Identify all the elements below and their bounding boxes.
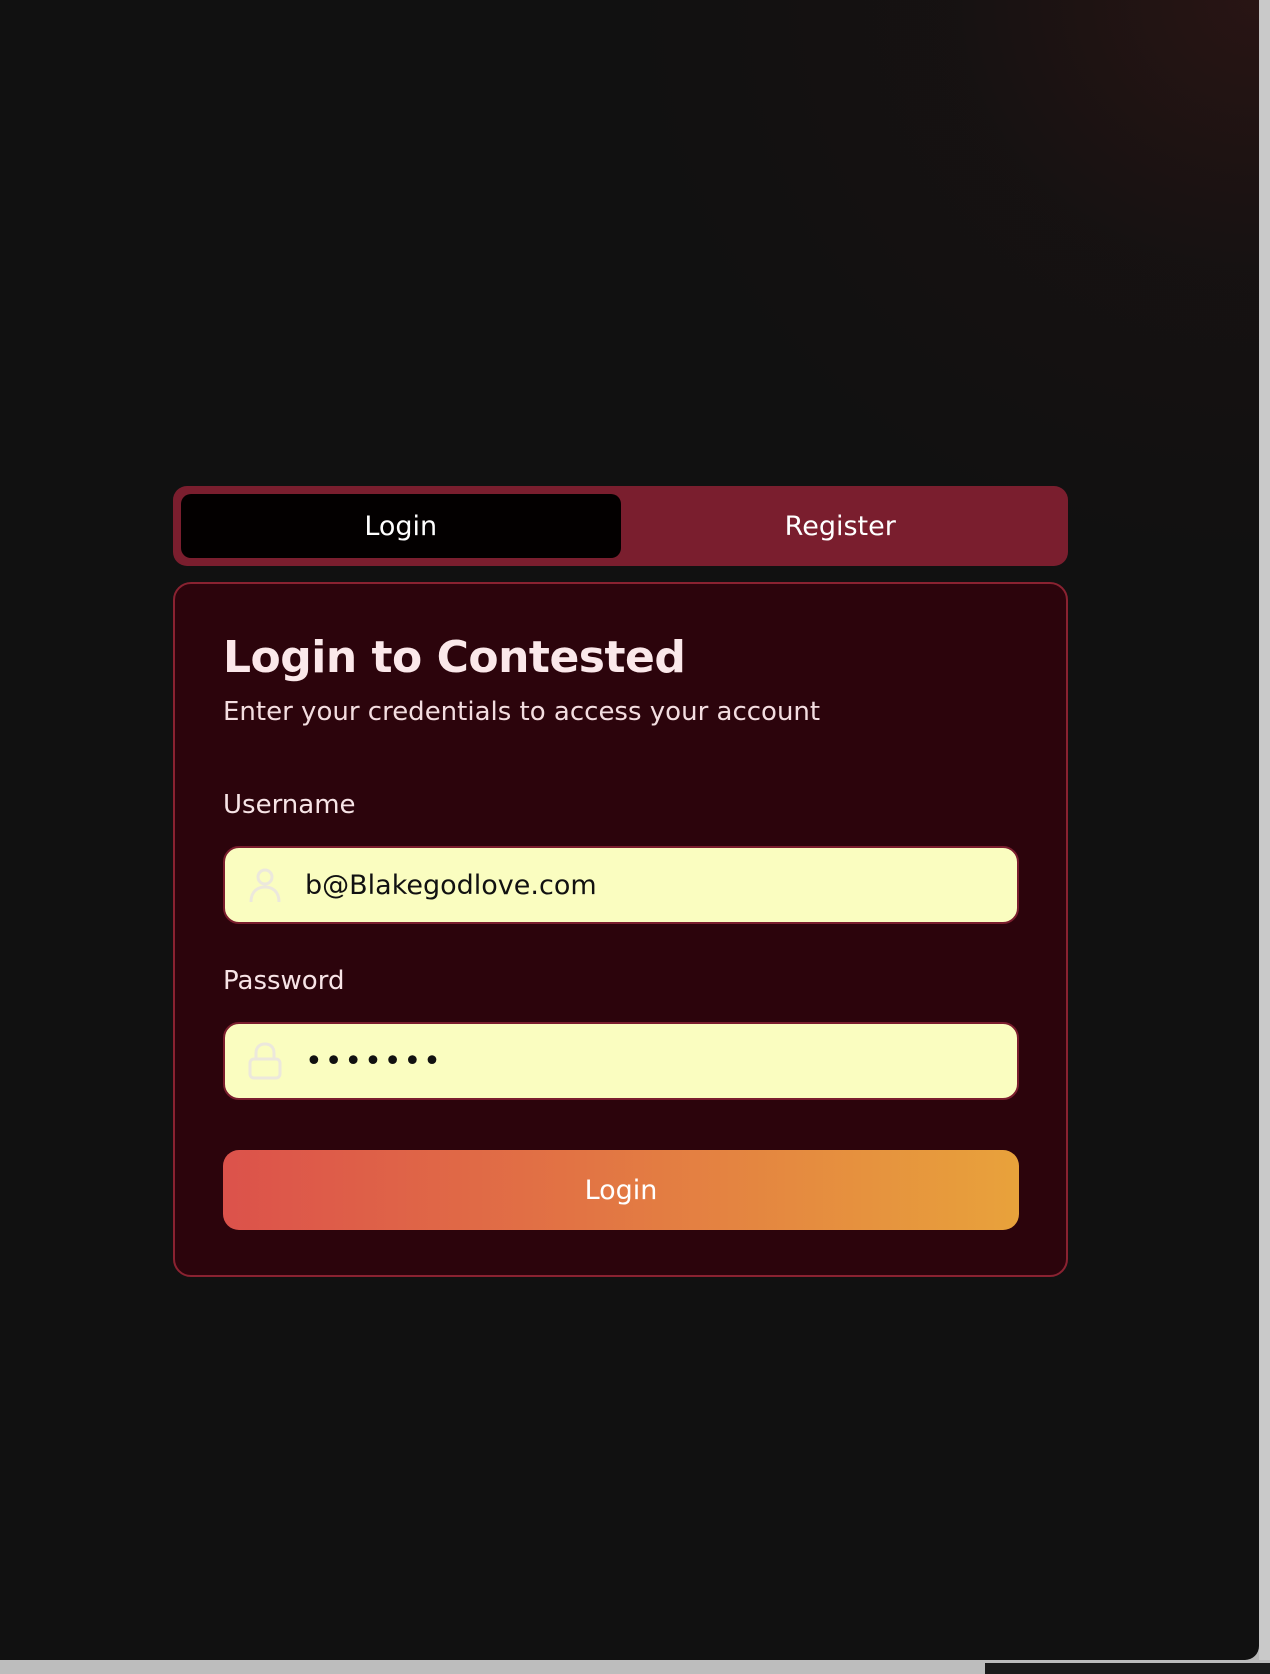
auth-tabs: Login Register xyxy=(173,486,1068,566)
login-card: Login to Contested Enter your credential… xyxy=(173,582,1068,1277)
lock-icon xyxy=(248,1042,282,1080)
tab-login[interactable]: Login xyxy=(181,494,621,558)
tab-register[interactable]: Register xyxy=(621,494,1061,558)
username-label: Username xyxy=(223,790,356,820)
password-input[interactable] xyxy=(305,1024,995,1098)
login-submit-button[interactable]: Login xyxy=(223,1150,1019,1230)
username-input[interactable] xyxy=(305,848,995,922)
window-edge xyxy=(1259,0,1270,1660)
password-label: Password xyxy=(223,966,345,996)
password-field[interactable] xyxy=(223,1022,1019,1100)
taskbar-segment xyxy=(985,1663,1270,1674)
username-field[interactable] xyxy=(223,846,1019,924)
card-title: Login to Contested xyxy=(223,632,686,683)
page-background: Login Register Login to Contested Enter … xyxy=(0,0,1259,1660)
user-icon xyxy=(249,868,281,903)
card-subtitle: Enter your credentials to access your ac… xyxy=(223,697,821,727)
